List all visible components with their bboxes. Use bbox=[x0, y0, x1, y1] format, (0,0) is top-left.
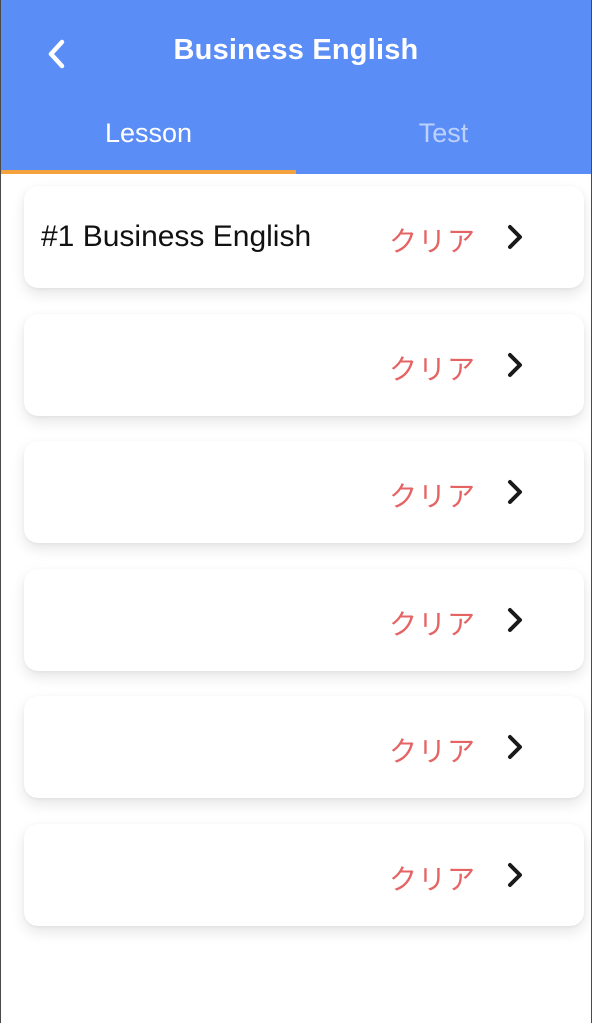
lesson-item[interactable]: クリア bbox=[24, 823, 584, 926]
lesson-item[interactable]: クリア bbox=[24, 441, 584, 543]
lesson-item[interactable]: クリア bbox=[24, 313, 584, 416]
tab-lesson[interactable]: Lesson bbox=[1, 104, 296, 174]
app-header: Business English Lesson Test bbox=[1, 0, 591, 174]
lesson-item[interactable]: クリア bbox=[24, 568, 584, 671]
lesson-status: クリア bbox=[389, 735, 477, 768]
tab-test-label: Test bbox=[418, 118, 469, 148]
lesson-status: クリア bbox=[389, 607, 477, 641]
active-tab-indicator bbox=[1, 170, 296, 174]
lesson-status: クリア bbox=[389, 225, 477, 258]
lesson-status: クリア bbox=[389, 480, 477, 513]
chevron-right-icon bbox=[508, 862, 522, 887]
lesson-item[interactable]: #1 Business English クリア bbox=[24, 186, 584, 288]
lesson-title: #1 Business English bbox=[41, 220, 312, 253]
tab-lesson-label: Lesson bbox=[104, 118, 193, 148]
chevron-right-icon bbox=[508, 735, 522, 759]
chevron-right-icon bbox=[508, 352, 522, 377]
chevron-right-icon bbox=[508, 607, 522, 632]
page-title: Business English bbox=[173, 34, 419, 66]
chevron-right-icon bbox=[508, 480, 522, 504]
lesson-list: #1 Business English クリア クリア クリア クリア クリア bbox=[24, 186, 584, 951]
lesson-item[interactable]: クリア bbox=[24, 696, 584, 798]
tab-test[interactable]: Test bbox=[296, 104, 591, 174]
tab-bar: Lesson Test bbox=[1, 104, 591, 174]
lesson-status: クリア bbox=[389, 862, 477, 896]
lesson-status: クリア bbox=[389, 352, 477, 386]
chevron-right-icon bbox=[508, 225, 522, 249]
